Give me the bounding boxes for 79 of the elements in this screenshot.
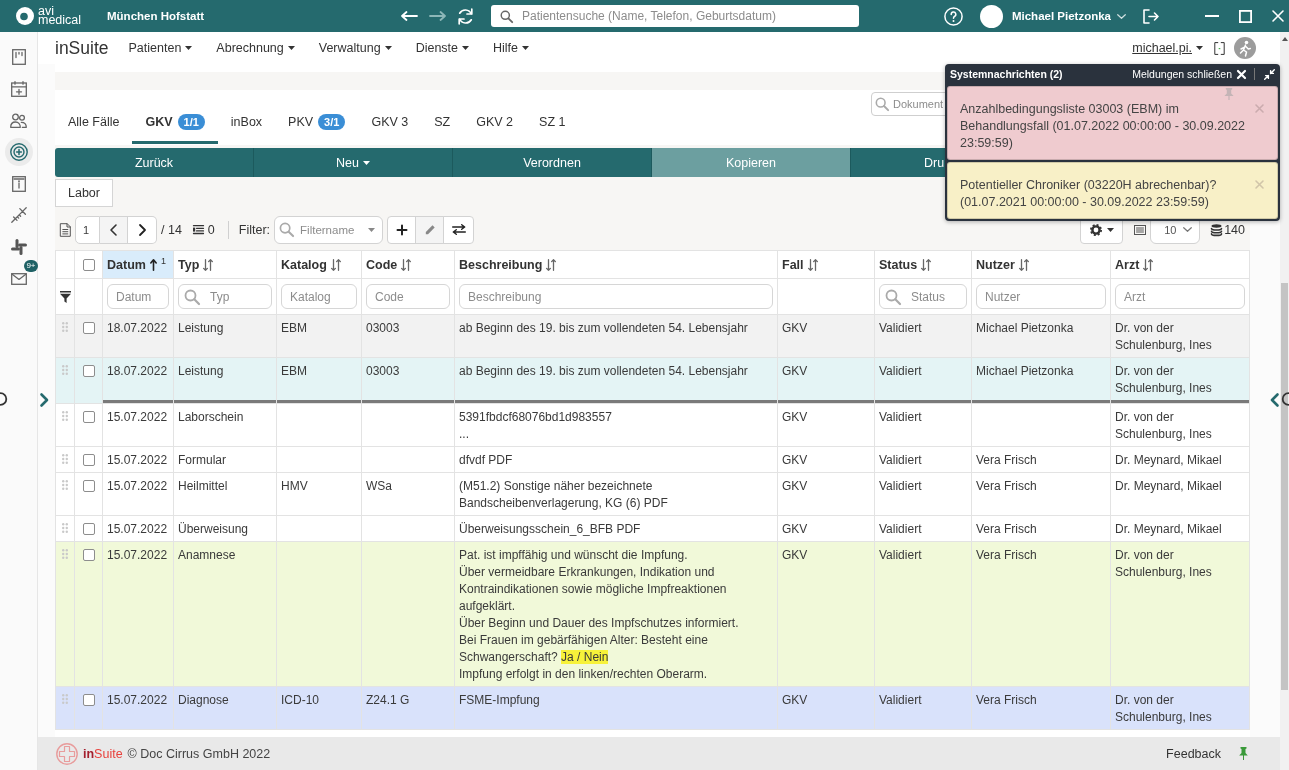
location-name: München Hofstatt <box>107 10 205 22</box>
table-cell: Michael Pietzonka <box>971 314 1111 358</box>
table-cell: Leistung <box>173 357 277 404</box>
table-cell: ab Beginn des 19. bis zum vollendeten 54. Lebensjahr <box>454 314 778 358</box>
table-cell: 15.07.2022 <box>102 686 174 730</box>
table-cell: Validiert <box>874 472 972 516</box>
table-cell: Überweisungsschein_6_BFB PDF <box>454 515 778 542</box>
table-cell: Z24.1 G <box>361 686 455 730</box>
table-cell: 18.07.2022 <box>102 314 174 358</box>
table-cell: 18.07.2022 <box>102 357 174 404</box>
table-cell: Validiert <box>874 314 972 358</box>
table-cell: 15.07.2022 <box>102 403 174 447</box>
table-cell: Dr. von der Schulenburg, Ines <box>1110 541 1250 687</box>
table-cell: Anamnese <box>173 541 277 687</box>
table-cell: dfvdf PDF <box>454 446 778 473</box>
table-cell: GKV <box>777 314 875 358</box>
filter-label: Filter: <box>238 222 271 237</box>
table-cell: 5391fbdcf68076bd1d983557 ... <box>454 403 778 447</box>
brand-logo-text: avi medical <box>38 6 83 26</box>
table-cell: ICD-10 <box>276 686 362 730</box>
page-count: / 14 <box>161 222 182 237</box>
table-cell: 15.07.2022 <box>102 446 174 473</box>
sort-rank: 1 <box>160 255 166 266</box>
table-cell: Vera Frisch <box>971 686 1111 730</box>
selected-count: 0 <box>207 222 215 237</box>
table-cell: Dr. von der Schulenburg, Ines <box>1110 357 1250 404</box>
table-cell: Validiert <box>874 686 972 730</box>
message-text: Potentieller Chroniker (03220H abrechenbar)? (01.07.2021 00:00:00 - 30.09.2022 23:59:59) <box>960 177 1218 211</box>
message-text: Anzahlbedingungsliste 03003 (EBM) im Behandlungsfall (01.07.2022 00:00:00 - 30.09.2022 23:59:59) <box>960 101 1246 152</box>
panel-title: Systemnachrichten (2) <box>950 68 1063 80</box>
table-cell: Pat. ist impffähig und wünscht die Impfung. Über vermeidbare Erkrankungen, Indikation und Kontraindikationen sowie mögliche Impfreaktionen aufgeklärt. Über Beginn und Dauer des Impfschutzes informiert. Bei Frauen im gebärfähigen Alter: Besteht eine Schwangerschaft? Ja / Nein Impfung erfolgt in den linken/rechten Oberarm. <box>454 541 778 687</box>
table-cell: Leistung <box>173 314 277 358</box>
table-cell: WSa <box>361 472 455 516</box>
table-cell: Validiert <box>874 403 972 447</box>
table-cell: Vera Frisch <box>971 472 1111 516</box>
table-cell: 15.07.2022 <box>102 515 174 542</box>
table-cell: Dr. Meynard, Mikael <box>1110 515 1250 542</box>
table-cell: EBM <box>276 314 362 358</box>
table-cell: Diagnose <box>173 686 277 730</box>
table-cell: (M51.2) Sonstige näher bezeichnete Bandscheibenverlagerung, KG (6) PDF <box>454 472 778 516</box>
table-cell: Vera Frisch <box>971 446 1111 473</box>
table-cell: GKV <box>777 472 875 516</box>
table-cell: GKV <box>777 446 875 473</box>
table-cell: Dr. von der Schulenburg, Ines <box>1110 686 1250 730</box>
table-cell: Dr. Meynard, Mikael <box>1110 446 1250 473</box>
brand-name: inSuite <box>83 746 123 761</box>
table-cell: GKV <box>777 541 875 687</box>
count-badge: 3/1 <box>318 114 346 130</box>
table-cell: 15.07.2022 <box>102 541 174 687</box>
table-cell: Überweisung <box>173 515 277 542</box>
table-cell: Formular <box>173 446 277 473</box>
table-cell: Vera Frisch <box>971 541 1111 687</box>
table-cell: Validiert <box>874 446 972 473</box>
table-cell: Dr. Meynard, Mikael <box>1110 472 1250 516</box>
table-cell: 03003 <box>361 314 455 358</box>
app-name: inSuite <box>55 37 109 59</box>
table-cell: ab Beginn des 19. bis zum vollendeten 54. Lebensjahr <box>454 357 778 404</box>
notification-badge: 9+ <box>24 259 38 272</box>
table-cell: 03003 <box>361 357 455 404</box>
table-cell: 15.07.2022 <box>102 472 174 516</box>
table-cell: GKV <box>777 515 875 542</box>
table-cell: Michael Pietzonka <box>971 357 1111 404</box>
table-cell: Heilmittel <box>173 472 277 516</box>
table-cell: GKV <box>777 403 875 447</box>
table-cell: GKV <box>777 357 875 404</box>
table-cell: Validiert <box>874 357 972 404</box>
copyright-text: © Doc Cirrus GmbH 2022 <box>127 746 271 761</box>
table-cell: Validiert <box>874 541 972 687</box>
total-count: 140 <box>1224 222 1245 237</box>
table-cell: FSME-Impfung <box>454 686 778 730</box>
table-cell: Dr. von der Schulenburg, Ines <box>1110 314 1250 358</box>
count-badge: 1/1 <box>177 114 205 130</box>
table-cell: Vera Frisch <box>971 515 1111 542</box>
table-cell: Dr. von der Schulenburg, Ines <box>1110 403 1250 447</box>
table-cell: Validiert <box>874 515 972 542</box>
table-cell: EBM <box>276 357 362 404</box>
table-cell: GKV <box>777 686 875 730</box>
table-cell: Laborschein <box>173 403 277 447</box>
table-cell: HMV <box>276 472 362 516</box>
